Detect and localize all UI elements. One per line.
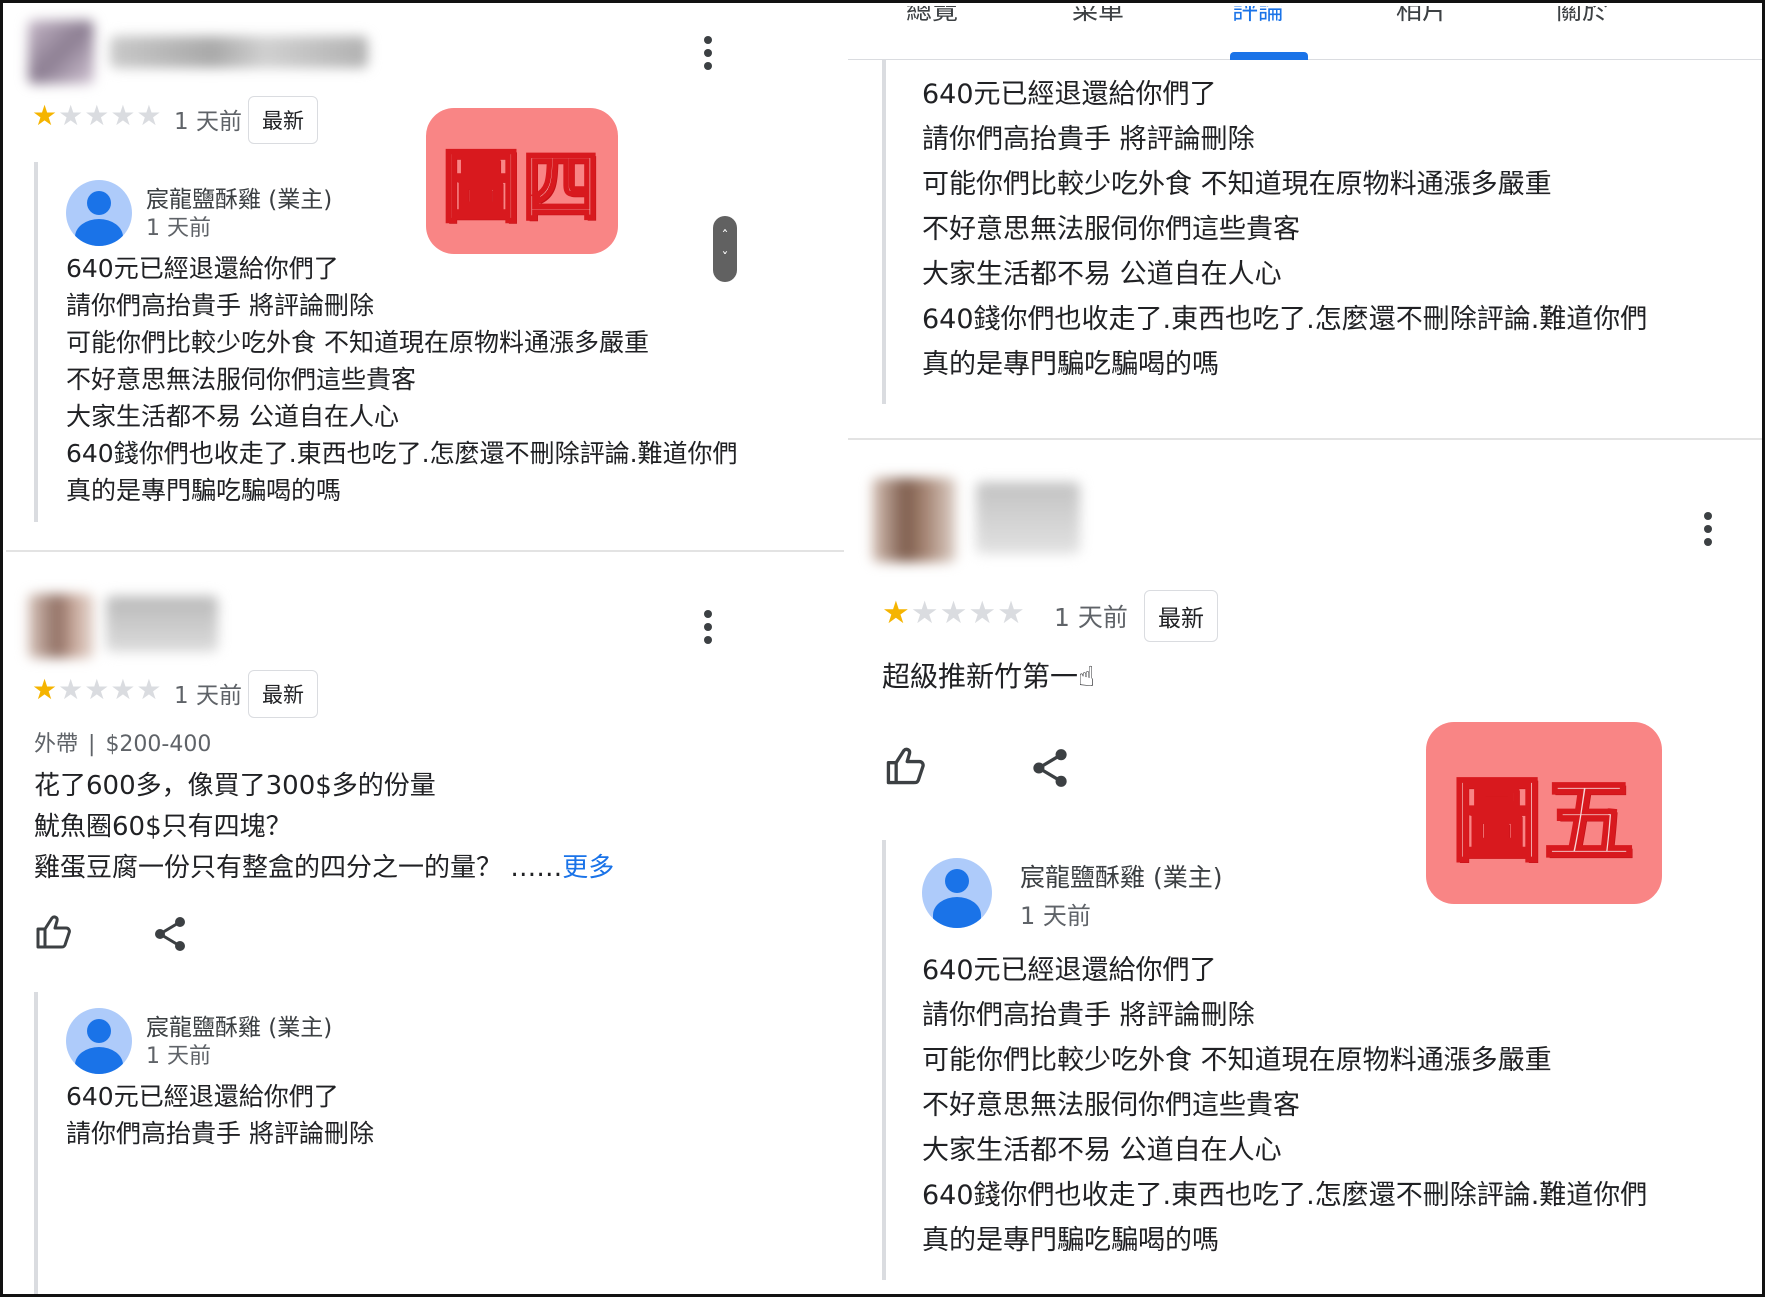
owner-reply-time: 1 天前 — [146, 1044, 211, 1069]
star-rating: ★★★★★ — [882, 598, 1026, 629]
active-tab-indicator — [1230, 52, 1308, 60]
owner-name: 宸龍鹽酥雞 (業主) — [146, 187, 333, 213]
owner-reply-time: 1 天前 — [146, 216, 211, 241]
reviewer-name[interactable] — [106, 596, 218, 652]
tab-about[interactable]: 關於 — [1556, 6, 1608, 27]
reply-line: 可能你們比較少吃外食 不知道現在原物料通漲多嚴重 — [922, 169, 1552, 200]
owner-reply-text: 640元已經退還給你們了 請你們高抬貴手 將評論刪除 — [66, 1078, 374, 1152]
review-line: 魷魚圈60$只有四塊？ — [34, 812, 292, 842]
price-range: $200-400 — [105, 732, 212, 757]
reply-line: 請你們高抬貴手 將評論刪除 — [66, 1119, 374, 1148]
review-line: 雞蛋豆腐一份只有整盒的四分之一的量？ ……更多 — [34, 853, 615, 883]
reply-line: 不好意思無法服伺你們這些貴客 — [922, 1090, 1300, 1121]
owner-reply-text: 640元已經退還給你們了 請你們高抬貴手 將評論刪除 可能你們比較少吃外食 不知… — [922, 948, 1647, 1263]
reply-line: 640錢你們也收走了.東西也吃了.怎麼還不刪除評論.難道你們 — [922, 304, 1648, 335]
reply-indent-bar — [34, 162, 38, 522]
reply-line: 640錢你們也收走了.東西也吃了.怎麼還不刪除評論.難道你們 — [66, 439, 738, 468]
scroll-handle[interactable]: ˆˇ — [713, 216, 737, 282]
reply-line: 大家生活都不易 公道自在人心 — [922, 259, 1282, 290]
left-panel: ★★★★★ 1 天前 最新 宸龍鹽酥雞 (業主) 1 天前 640元已經退還給你… — [6, 6, 844, 1294]
share-icon[interactable] — [1030, 748, 1070, 792]
reply-indent-bar — [34, 992, 38, 1294]
tab-bar: 總覽 菜單 評論 相片 關於 — [848, 6, 1762, 60]
account-avatar-icon — [66, 180, 132, 246]
reply-line: 請你們高抬貴手 將評論刪除 — [66, 291, 374, 320]
review-text: 花了600多，像買了300$多的份量 魷魚圈60$只有四塊？ 雞蛋豆腐一份只有整… — [34, 766, 614, 889]
reply-line: 可能你們比較少吃外食 不知道現在原物料通漲多嚴重 — [922, 1045, 1552, 1076]
review-time: 1 天前 — [1054, 603, 1128, 632]
tab-overview[interactable]: 總覽 — [906, 6, 958, 27]
reviewer-avatar[interactable] — [28, 594, 94, 658]
tab-reviews[interactable]: 評論 — [1232, 6, 1284, 27]
star-rating: ★★★★★ — [32, 676, 163, 704]
tab-photos[interactable]: 相片 — [1396, 6, 1448, 27]
more-vert-icon[interactable] — [703, 610, 713, 648]
review-time: 1 天前 — [174, 683, 242, 709]
reply-line: 640元已經退還給你們了 — [66, 1082, 339, 1111]
owner-reply-text: 640元已經退還給你們了 請你們高抬貴手 將評論刪除 可能你們比較少吃外食 不知… — [922, 72, 1647, 387]
share-icon[interactable] — [152, 916, 188, 956]
thumbs-up-icon[interactable] — [34, 914, 72, 954]
reply-line: 請你們高抬貴手 將評論刪除 — [922, 1000, 1255, 1031]
owner-reply-text: 640元已經退還給你們了 請你們高抬貴手 將評論刪除 可能你們比較少吃外食 不知… — [66, 250, 738, 509]
reviewer-name[interactable] — [976, 482, 1080, 554]
reviewer-name[interactable] — [110, 36, 368, 68]
star-icon: ★★★★ — [58, 99, 163, 132]
review-separator — [6, 550, 844, 552]
newest-badge: 最新 — [1144, 590, 1218, 642]
reply-line: 真的是專門騙吃騙喝的嗎 — [66, 476, 342, 505]
reply-line: 請你們高抬貴手 將評論刪除 — [922, 124, 1255, 155]
review-meta: 外帶 | $200-400 — [34, 732, 212, 757]
reply-line: 真的是專門騙吃騙喝的嗎 — [922, 1225, 1219, 1256]
more-vert-icon[interactable] — [1703, 512, 1713, 550]
reply-line: 640元已經退還給你們了 — [66, 254, 339, 283]
tab-menu[interactable]: 菜單 — [1072, 6, 1124, 27]
reply-line: 真的是專門騙吃騙喝的嗎 — [922, 349, 1219, 380]
reply-line: 640錢你們也收走了.東西也吃了.怎麼還不刪除評論.難道你們 — [922, 1180, 1648, 1211]
reviewer-avatar[interactable] — [872, 478, 956, 562]
reply-line: 不好意思無法服伺你們這些貴客 — [922, 214, 1300, 245]
reply-line: 不好意思無法服伺你們這些貴客 — [66, 365, 417, 394]
star-icon: ★ — [32, 673, 59, 706]
reply-line: 大家生活都不易 公道自在人心 — [66, 402, 399, 431]
owner-name: 宸龍鹽酥雞 (業主) — [146, 1015, 333, 1041]
star-icon: ★★★★ — [910, 595, 1026, 631]
reply-line: 640元已經退還給你們了 — [922, 955, 1217, 986]
review-line: 花了600多，像買了300$多的份量 — [34, 771, 436, 801]
review-time: 1 天前 — [174, 109, 242, 135]
more-vert-icon[interactable] — [703, 36, 713, 74]
star-icon: ★★★★ — [58, 673, 163, 706]
reply-line: 可能你們比較少吃外食 不知道現在原物料通漲多嚴重 — [66, 328, 649, 357]
reply-line: 大家生活都不易 公道自在人心 — [922, 1135, 1282, 1166]
more-link[interactable]: 更多 — [562, 853, 614, 883]
reply-indent-bar — [882, 840, 886, 1280]
newest-badge: 最新 — [248, 670, 318, 718]
account-avatar-icon — [66, 1008, 132, 1074]
figure-tag-5: 圖五 — [1426, 722, 1662, 904]
star-rating: ★★★★★ — [32, 102, 163, 130]
star-icon: ★ — [882, 595, 911, 631]
review-separator — [848, 438, 1762, 440]
review-text: 超級推新竹第一☝ — [882, 660, 1096, 693]
reply-indent-bar — [882, 60, 886, 404]
figure-tag-4: 圖四 — [426, 108, 618, 254]
thumbs-up-icon[interactable] — [884, 746, 926, 790]
account-avatar-icon — [922, 858, 992, 928]
right-panel: 總覽 菜單 評論 相片 關於 640元已經退還給你們了 請你們高抬貴手 將評論刪… — [848, 6, 1762, 1294]
service-type: 外帶 — [34, 732, 79, 757]
screenshot-frame: ★★★★★ 1 天前 最新 宸龍鹽酥雞 (業主) 1 天前 640元已經退還給你… — [0, 0, 1765, 1297]
owner-name: 宸龍鹽酥雞 (業主) — [1020, 863, 1223, 892]
owner-reply-time: 1 天前 — [1020, 902, 1091, 930]
reply-line: 640元已經退還給你們了 — [922, 79, 1217, 110]
star-icon: ★ — [32, 99, 59, 132]
reviewer-avatar[interactable] — [28, 20, 94, 84]
newest-badge: 最新 — [248, 96, 318, 144]
